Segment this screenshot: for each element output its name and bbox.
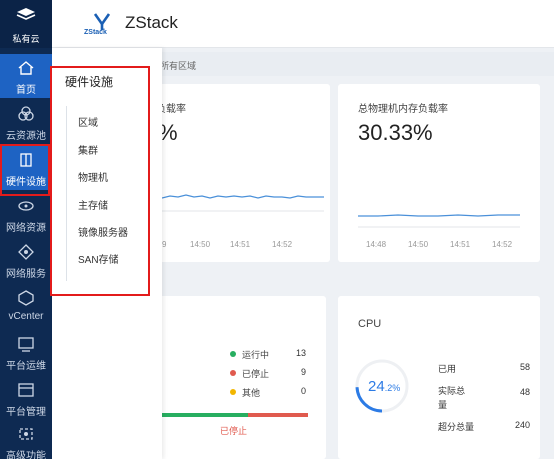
nav-item-label: 高级功能 xyxy=(6,451,46,459)
network-resource-icon xyxy=(18,201,34,211)
nav-top-label: 私有云 xyxy=(12,34,40,44)
network-service-icon xyxy=(18,244,34,260)
x-tick: 9 xyxy=(162,240,167,249)
other-dot xyxy=(230,389,236,395)
nav-item-label: 网络资源 xyxy=(6,223,46,234)
legend-stopped: 已停止 xyxy=(230,367,269,380)
cpu-actual-label-cont: 量 xyxy=(438,400,448,410)
legend-label: 已停止 xyxy=(242,369,270,379)
legend-count: 9 xyxy=(300,367,306,377)
nav-item-label: 云资源池 xyxy=(6,131,46,142)
mem-load-sparkline xyxy=(358,214,520,228)
legend-count: 0 xyxy=(300,386,306,396)
nav-item-cloud-pool[interactable]: 云资源池 xyxy=(0,100,52,144)
left-nav: 私有云 首页 云资源池 硬件设施 网络资源 网络服务 vCenter 平台运维 … xyxy=(0,0,52,459)
legend-label: 运行中 xyxy=(242,350,270,360)
cpu-percent-main: 24 xyxy=(368,378,385,395)
x-tick: 14:50 xyxy=(190,240,211,249)
mem-load-card: 总物理机内存负载率 30.33% 14:48 14:50 14:51 14:52 xyxy=(338,84,540,262)
cloud-pool-icon xyxy=(18,106,34,121)
vcenter-icon xyxy=(18,290,34,306)
advanced-icon xyxy=(19,428,33,440)
cpu-used-label: 已用 xyxy=(438,364,457,374)
nav-item-label: 平台管理 xyxy=(6,407,46,418)
nav-item-network-resource[interactable]: 网络资源 xyxy=(0,192,52,236)
nav-item-network-service[interactable]: 网络服务 xyxy=(0,238,52,282)
platform-manage-icon xyxy=(18,383,34,397)
cpu-percent-fraction: .2% xyxy=(384,383,401,393)
nav-item-label: 网络服务 xyxy=(6,269,46,280)
nav-item-label: vCenter xyxy=(8,311,44,322)
cpu-card: CPU 24.2% 已用 58 实际总 量 48 超分总量 240 xyxy=(338,296,540,459)
logo-text: ZStack xyxy=(84,29,107,36)
cpu-load-sparkline xyxy=(162,194,324,212)
x-tick: 14:51 xyxy=(450,240,471,249)
card-title: CPU xyxy=(358,318,382,330)
top-header: ZStack ZStack xyxy=(52,0,554,48)
legend-running: 运行中 xyxy=(230,348,269,361)
nav-item-platform-manage[interactable]: 平台管理 xyxy=(0,376,52,420)
vm-bar-label: 已停止 xyxy=(220,426,248,436)
cpu-percent: 24.2% xyxy=(368,378,400,395)
brand-title[interactable]: ZStack xyxy=(125,13,178,33)
x-tick: 14:52 xyxy=(492,240,513,249)
cpu-overcommit-label: 超分总量 xyxy=(438,422,475,432)
running-dot xyxy=(230,351,236,357)
breadcrumb[interactable]: 所有区域 xyxy=(160,52,554,76)
legend-other: 其他 xyxy=(230,386,260,399)
vm-status-bar[interactable] xyxy=(162,413,308,417)
home-icon xyxy=(18,61,34,75)
mem-load-value: 30.33% xyxy=(358,120,433,145)
cpu-used-value: 58 xyxy=(519,362,530,372)
nav-item-label: 首页 xyxy=(16,85,36,96)
nav-item-vcenter[interactable]: vCenter xyxy=(0,284,52,328)
cpu-overcommit-value: 240 xyxy=(514,420,530,430)
x-tick: 14:52 xyxy=(272,240,293,249)
legend-label: 其他 xyxy=(242,388,261,398)
cpu-actual-label: 实际总 xyxy=(438,386,466,396)
vm-running-segment xyxy=(162,413,249,417)
nav-item-home[interactable]: 首页 xyxy=(0,54,52,98)
stopped-dot xyxy=(230,370,236,376)
x-tick: 14:48 xyxy=(366,240,387,249)
nav-top[interactable]: 私有云 xyxy=(0,0,52,48)
nav-item-advanced[interactable]: 高级功能 xyxy=(0,420,52,459)
legend-count: 13 xyxy=(295,348,306,358)
private-cloud-logo-icon xyxy=(16,8,36,20)
cpu-actual-value: 48 xyxy=(519,387,530,397)
x-tick: 14:51 xyxy=(230,240,251,249)
card-title: 总物理机内存负载率 xyxy=(358,104,448,115)
x-tick: 14:50 xyxy=(408,240,429,249)
nav-item-label: 平台运维 xyxy=(6,361,46,372)
ops-icon xyxy=(18,337,34,352)
nav-item-ops[interactable]: 平台运维 xyxy=(0,330,52,374)
highlight-box-flyout xyxy=(50,66,150,296)
highlight-box-nav xyxy=(0,144,50,196)
